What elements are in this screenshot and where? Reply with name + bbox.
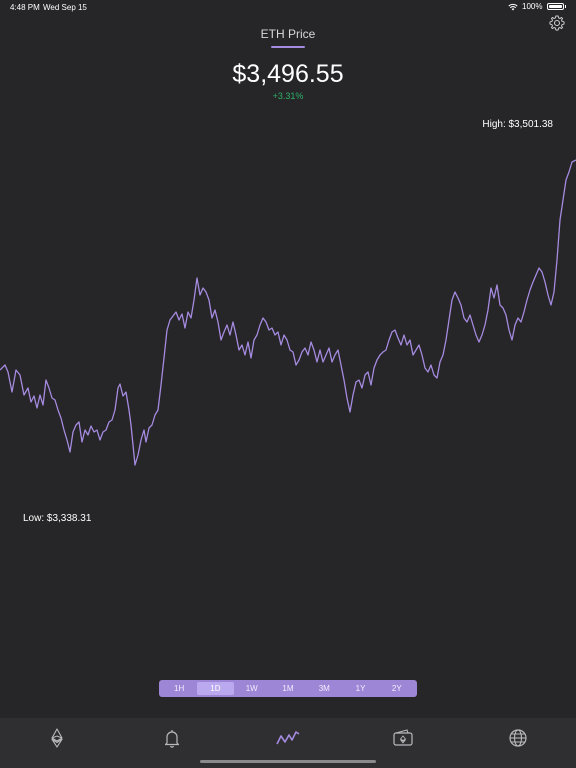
time-range-selector: 1H 1D 1W 1M 3M 1Y 2Y xyxy=(159,680,417,697)
wifi-icon xyxy=(508,3,518,10)
range-3m-button[interactable]: 3M xyxy=(306,682,342,695)
range-1m-button[interactable]: 1M xyxy=(270,682,306,695)
title-underline xyxy=(271,46,305,48)
range-1y-button[interactable]: 1Y xyxy=(342,682,378,695)
price-line xyxy=(0,159,576,466)
price-chart xyxy=(0,159,576,466)
wallet-icon[interactable] xyxy=(391,726,415,750)
status-right: 100% xyxy=(508,2,566,11)
low-label: Low: $3,338.31 xyxy=(23,513,92,524)
home-indicator xyxy=(200,760,376,763)
status-bar: 4:48 PM Wed Sep 15 100% xyxy=(0,0,576,14)
status-date: Wed Sep 15 xyxy=(43,3,87,12)
range-2y-button[interactable]: 2Y xyxy=(379,682,415,695)
globe-icon[interactable] xyxy=(506,726,530,750)
price-change: +3.31% xyxy=(272,91,304,101)
high-label: High: $3,501.38 xyxy=(482,119,553,130)
battery-tip xyxy=(564,5,566,8)
range-1h-button[interactable]: 1H xyxy=(161,682,197,695)
chart-icon[interactable] xyxy=(276,726,300,750)
range-1d-button[interactable]: 1D xyxy=(197,682,234,695)
range-1w-button[interactable]: 1W xyxy=(234,682,270,695)
battery-icon xyxy=(546,3,564,10)
ethereum-icon[interactable] xyxy=(45,726,69,750)
battery-percent: 100% xyxy=(522,2,543,11)
current-price: $3,496.55 xyxy=(232,60,344,88)
page-title: ETH Price xyxy=(260,27,316,41)
bell-icon[interactable] xyxy=(160,726,184,750)
status-time: 4:48 PM xyxy=(10,3,40,12)
